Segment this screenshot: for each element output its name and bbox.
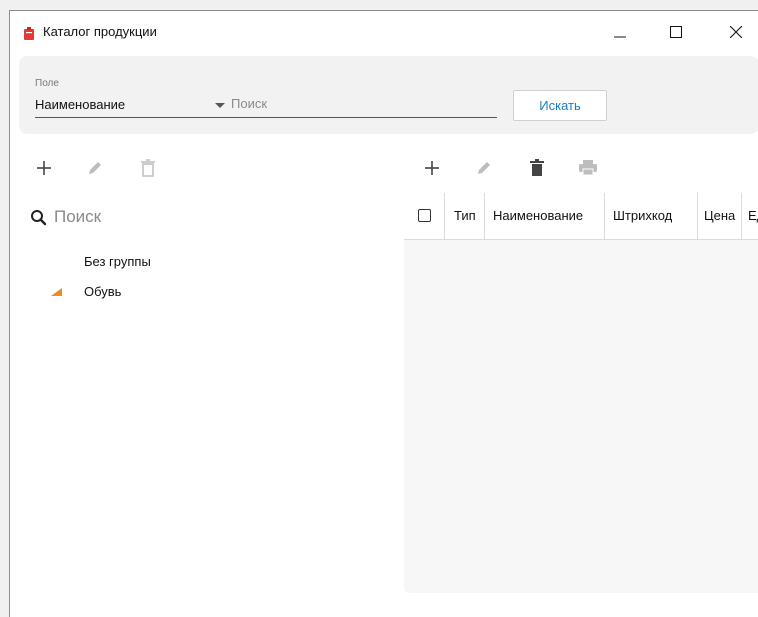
trash-outline-icon [141,159,155,177]
minimize-button[interactable] [597,11,643,53]
app-window: Каталог продукции Поле Наименование Иска… [9,10,758,617]
delete-group-button[interactable] [136,156,160,180]
add-product-button[interactable] [420,156,444,180]
column-header[interactable]: Цена [698,193,742,239]
filter-panel: Поле Наименование Искать [19,56,758,134]
printer-icon [579,160,597,176]
chevron-down-icon [215,103,225,108]
select-all-column [404,193,445,239]
tree-search-input[interactable] [54,207,194,227]
edit-group-button[interactable] [83,156,107,180]
delete-product-button[interactable] [525,156,549,180]
field-select-value: Наименование [35,97,126,112]
plus-icon [37,161,51,175]
column-header[interactable]: Штрихкод [605,193,698,239]
app-icon [24,27,34,40]
print-button[interactable] [576,156,600,180]
maximize-icon [670,26,682,38]
select-all-checkbox[interactable] [418,209,431,222]
field-select[interactable]: Наименование [35,92,225,118]
tree-item-label: Обувь [84,284,122,299]
search-button[interactable]: Искать [513,90,607,121]
tree-search [30,207,200,231]
search-icon [31,210,47,226]
edit-product-button[interactable] [472,156,496,180]
expanded-triangle-icon[interactable] [50,287,64,297]
close-icon [730,26,742,38]
title-bar: Каталог продукции [10,11,758,53]
tree-item[interactable]: Без группы [84,254,151,269]
column-header[interactable]: Тип [445,193,485,239]
pencil-icon [478,162,490,174]
plus-icon [425,161,439,175]
search-input[interactable] [231,96,481,111]
column-header[interactable]: Наименование [485,193,605,239]
products-grid: Тип Наименование Штрихкод Цена Ед [404,193,758,593]
trash-icon [530,159,544,176]
field-label: Поле [35,78,59,89]
tree-item-label: Без группы [84,254,151,269]
pencil-icon [89,162,101,174]
minimize-icon [614,36,626,38]
grid-header: Тип Наименование Штрихкод Цена Ед [404,193,758,240]
add-group-button[interactable] [32,156,56,180]
search-field [225,92,497,118]
maximize-button[interactable] [653,11,699,53]
close-button[interactable] [713,11,758,53]
window-title: Каталог продукции [43,24,157,39]
column-header[interactable]: Ед [742,193,758,239]
